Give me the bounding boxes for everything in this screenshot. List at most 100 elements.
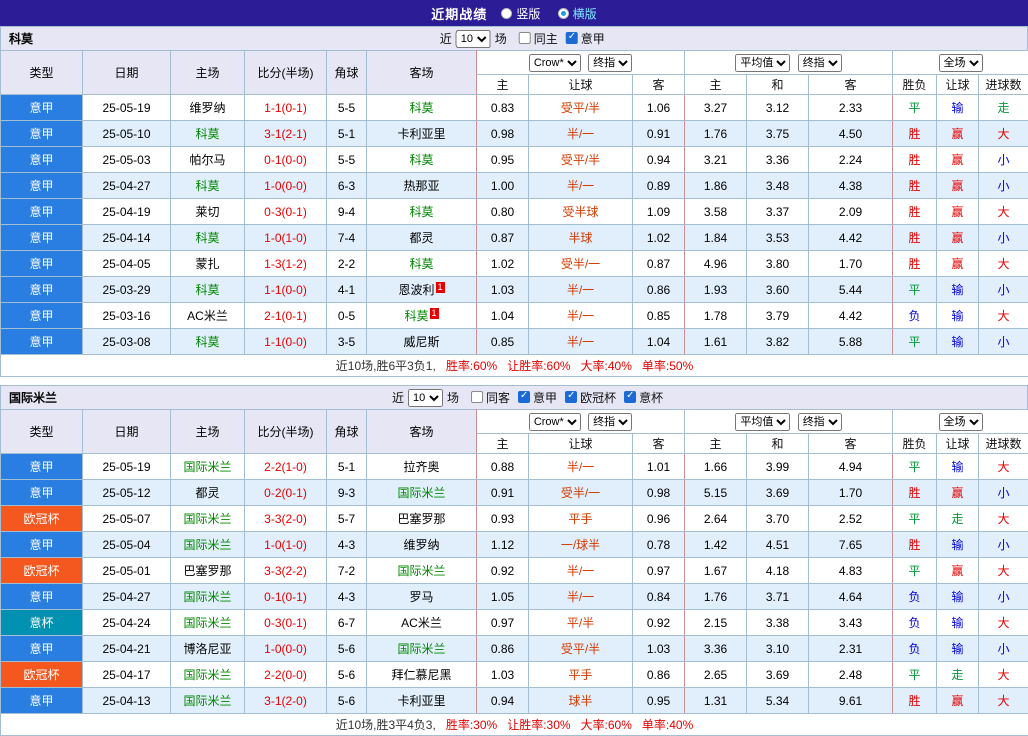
- league-type-cell: 意甲: [1, 480, 83, 506]
- team-link[interactable]: 国际米兰: [183, 616, 231, 630]
- euro-company-select[interactable]: 平均值: [735, 413, 790, 431]
- team-link[interactable]: 国际米兰: [183, 590, 231, 604]
- euro-home-odds: 3.58: [685, 199, 747, 225]
- team-link[interactable]: 科莫: [195, 283, 219, 297]
- team-link[interactable]: 国际米兰: [183, 512, 231, 526]
- corner-cell: 6-7: [327, 610, 367, 636]
- score-cell: 1-1(0-0): [245, 329, 327, 355]
- team-link[interactable]: 热那亚: [403, 179, 439, 193]
- checkbox-checked-icon[interactable]: [565, 391, 577, 403]
- team-link[interactable]: 科莫: [409, 153, 433, 167]
- league-type-cell: 意杯: [1, 610, 83, 636]
- layout-option-horizontal[interactable]: 横版: [558, 5, 597, 22]
- scope-select[interactable]: 全场: [939, 54, 983, 72]
- result-goals-cell: 大: [979, 688, 1028, 714]
- euro-company-select[interactable]: 平均值: [735, 54, 790, 72]
- filter-controls: 近 10 场 同客意甲欧冠杯意杯: [392, 389, 663, 407]
- result-handicap-cell: 输: [937, 277, 979, 303]
- team-link[interactable]: 国际米兰: [397, 486, 445, 500]
- checkbox-checked-icon[interactable]: [624, 391, 636, 403]
- checkbox-checked-icon[interactable]: [518, 391, 530, 403]
- checkbox-unchecked-icon[interactable]: [519, 32, 531, 44]
- result-outcome-cell: 负: [893, 610, 937, 636]
- radio-icon[interactable]: [558, 8, 569, 19]
- asian-away-odds: 0.91: [633, 121, 685, 147]
- match-count-select[interactable]: 10: [408, 389, 443, 407]
- checkbox-checked-icon[interactable]: [566, 32, 578, 44]
- away-team-cell: 拜仁慕尼黑: [367, 662, 477, 688]
- team-link[interactable]: 国际米兰: [397, 642, 445, 656]
- team-link[interactable]: 科莫: [195, 127, 219, 141]
- team-link[interactable]: 罗马: [409, 590, 433, 604]
- team-link[interactable]: AC米兰: [187, 309, 228, 323]
- asian-away-odds: 1.04: [633, 329, 685, 355]
- team-link[interactable]: 科莫: [409, 257, 433, 271]
- team-link[interactable]: 都灵: [195, 486, 219, 500]
- asian-final-odds-select[interactable]: 终指: [588, 413, 632, 431]
- away-team-cell: 科莫: [367, 199, 477, 225]
- team-link[interactable]: 科莫: [195, 335, 219, 349]
- away-team-cell: 卡利亚里: [367, 121, 477, 147]
- team-link[interactable]: 国际米兰: [183, 694, 231, 708]
- team-link[interactable]: 威尼斯: [403, 335, 439, 349]
- checkbox-unchecked-icon[interactable]: [471, 391, 483, 403]
- euro-final-odds-select[interactable]: 终指: [798, 413, 842, 431]
- home-team-cell: 维罗纳: [171, 95, 245, 121]
- filter-item[interactable]: 欧冠杯: [565, 389, 616, 406]
- team-link[interactable]: 科莫: [409, 205, 433, 219]
- team-link[interactable]: 维罗纳: [189, 101, 225, 115]
- away-team-cell: 科莫: [367, 95, 477, 121]
- corner-cell: 3-5: [327, 329, 367, 355]
- team-link[interactable]: 国际米兰: [183, 538, 231, 552]
- filter-item[interactable]: 意甲: [518, 389, 557, 406]
- filter-item[interactable]: 同主: [519, 30, 558, 47]
- filter-item[interactable]: 意甲: [566, 30, 605, 47]
- asian-handicap: 受平/半: [529, 636, 633, 662]
- team-link[interactable]: 巴塞罗那: [397, 512, 445, 526]
- result-handicap-cell: 赢: [937, 480, 979, 506]
- result-handicap-cell: 输: [937, 584, 979, 610]
- team-link[interactable]: 科莫: [195, 231, 219, 245]
- team-link[interactable]: 都灵: [409, 231, 433, 245]
- result-handicap-cell: 输: [937, 95, 979, 121]
- team-link[interactable]: 国际米兰: [183, 460, 231, 474]
- col-header-away: 客场: [367, 410, 477, 454]
- team-link[interactable]: 科莫: [404, 309, 428, 323]
- asian-final-odds-select[interactable]: 终指: [588, 54, 632, 72]
- team-link[interactable]: 国际米兰: [397, 564, 445, 578]
- date-cell: 25-05-01: [83, 558, 171, 584]
- euro-draw-odds: 3.37: [747, 199, 809, 225]
- asian-away-odds: 0.87: [633, 251, 685, 277]
- team-link[interactable]: 蒙扎: [195, 257, 219, 271]
- asian-company-select[interactable]: Crow*: [529, 413, 581, 431]
- team-link[interactable]: 巴塞罗那: [183, 564, 231, 578]
- euro-home-odds: 2.64: [685, 506, 747, 532]
- euro-away-odds: 2.09: [809, 199, 893, 225]
- team-link[interactable]: 拉齐奥: [403, 460, 439, 474]
- team-link[interactable]: 莱切: [195, 205, 219, 219]
- team-link[interactable]: 维罗纳: [403, 538, 439, 552]
- team-link[interactable]: 科莫: [195, 179, 219, 193]
- layout-option-vertical[interactable]: 竖版: [501, 5, 540, 22]
- summary-record: 近10场,胜6平3负1,: [336, 359, 436, 373]
- team-link[interactable]: 卡利亚里: [397, 127, 445, 141]
- filter-item[interactable]: 同客: [471, 389, 510, 406]
- euro-final-odds-select[interactable]: 终指: [798, 54, 842, 72]
- team-link[interactable]: 恩波利: [398, 283, 434, 297]
- radio-icon[interactable]: [501, 8, 512, 19]
- match-count-select[interactable]: 10: [456, 30, 491, 48]
- date-cell: 25-04-17: [83, 662, 171, 688]
- team-link[interactable]: 博洛尼亚: [183, 642, 231, 656]
- team-link[interactable]: 科莫: [409, 101, 433, 115]
- team-link[interactable]: AC米兰: [401, 616, 442, 630]
- asian-company-select[interactable]: Crow*: [529, 54, 581, 72]
- team-link[interactable]: 国际米兰: [183, 668, 231, 682]
- team-link[interactable]: 卡利亚里: [397, 694, 445, 708]
- filter-item[interactable]: 意杯: [624, 389, 663, 406]
- asian-away-odds: 0.84: [633, 584, 685, 610]
- team-link[interactable]: 帕尔马: [189, 153, 225, 167]
- scope-select[interactable]: 全场: [939, 413, 983, 431]
- euro-home-odds: 1.61: [685, 329, 747, 355]
- team-link[interactable]: 拜仁慕尼黑: [391, 668, 451, 682]
- result-goals-cell: 大: [979, 454, 1028, 480]
